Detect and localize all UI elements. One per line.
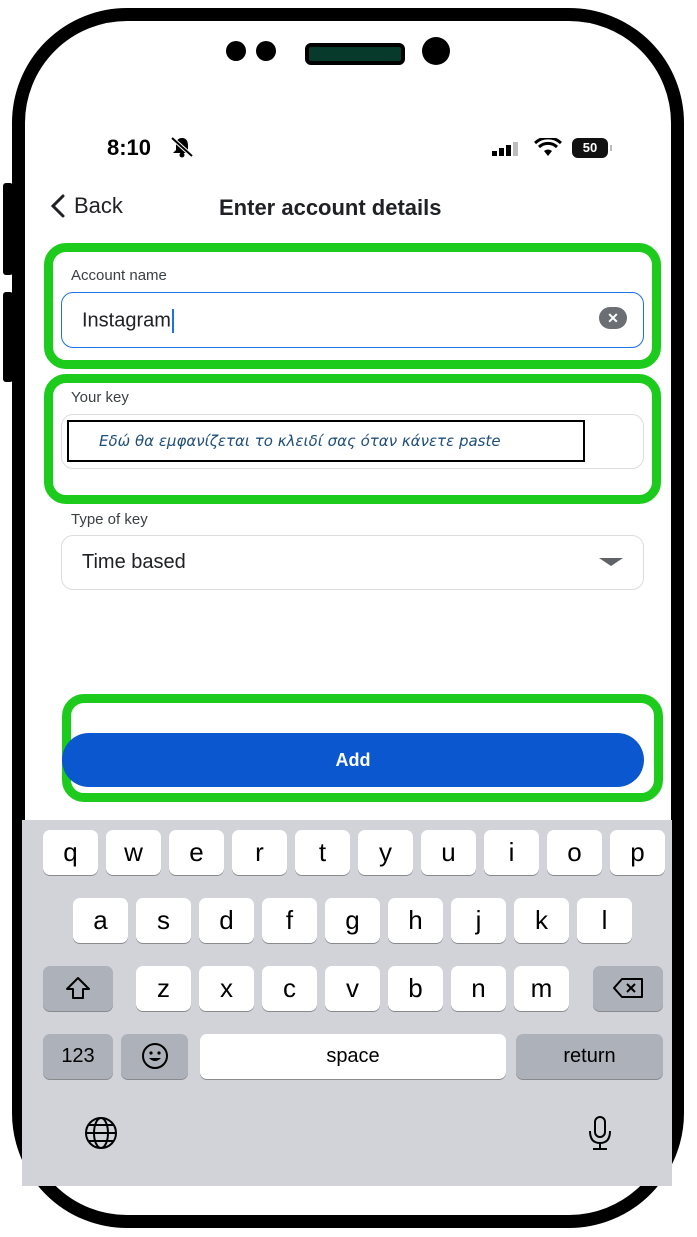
wifi-icon: [534, 138, 562, 156]
space-key[interactable]: space: [200, 1034, 506, 1079]
key-z[interactable]: z: [136, 966, 191, 1011]
key-i[interactable]: i: [484, 830, 539, 875]
account-name-label: Account name: [71, 267, 167, 284]
your-key-label: Your key: [71, 389, 129, 406]
camera-dot-2: [256, 41, 276, 61]
key-g[interactable]: g: [325, 898, 380, 943]
key-u[interactable]: u: [421, 830, 476, 875]
speaker-bar: [305, 43, 405, 65]
key-r[interactable]: r: [232, 830, 287, 875]
backspace-key[interactable]: [593, 966, 663, 1011]
key-l[interactable]: l: [577, 898, 632, 943]
key-f[interactable]: f: [262, 898, 317, 943]
text-caret: [171, 309, 174, 333]
key-t[interactable]: t: [295, 830, 350, 875]
microphone-icon[interactable]: [587, 1115, 613, 1151]
key-y[interactable]: y: [358, 830, 413, 875]
key-d[interactable]: d: [199, 898, 254, 943]
key-h[interactable]: h: [388, 898, 443, 943]
account-name-field[interactable]: Instagram ✕: [61, 292, 644, 348]
key-annotation: Εδώ θα εμφανίζεται το κλειδί σας όταν κά…: [67, 420, 585, 462]
key-m[interactable]: m: [514, 966, 569, 1011]
key-b[interactable]: b: [388, 966, 443, 1011]
type-of-key-value: Time based: [82, 551, 186, 573]
key-k[interactable]: k: [514, 898, 569, 943]
return-key[interactable]: return: [516, 1034, 663, 1079]
camera-lens: [422, 37, 450, 65]
page-title: Enter account details: [219, 195, 442, 220]
shift-icon: [66, 977, 90, 999]
type-of-key-label: Type of key: [71, 511, 148, 528]
emoji-key[interactable]: [121, 1034, 188, 1079]
key-x[interactable]: x: [199, 966, 254, 1011]
bell-slash-icon: [170, 136, 194, 158]
key-s[interactable]: s: [136, 898, 191, 943]
clear-icon[interactable]: ✕: [599, 307, 627, 329]
keyboard: 123 space return qwertyuiop asdfghjkl zxcv…: [22, 820, 672, 1186]
key-w[interactable]: w: [106, 830, 161, 875]
numbers-key[interactable]: 123: [43, 1034, 113, 1079]
status-time: 8:10: [107, 135, 152, 160]
key-o[interactable]: o: [547, 830, 602, 875]
chevron-left-icon: [50, 194, 65, 218]
backspace-icon: [613, 978, 643, 998]
key-p[interactable]: p: [610, 830, 665, 875]
key-n[interactable]: n: [451, 966, 506, 1011]
globe-icon[interactable]: [84, 1116, 118, 1150]
back-label: Back: [74, 193, 123, 218]
battery-level: 50: [582, 140, 598, 155]
dropdown-arrow-icon: [599, 558, 623, 566]
key-c[interactable]: c: [262, 966, 317, 1011]
key-a[interactable]: a: [73, 898, 128, 943]
signal-icon: [492, 142, 518, 156]
key-e[interactable]: e: [169, 830, 224, 875]
key-v[interactable]: v: [325, 966, 380, 1011]
shift-key[interactable]: [43, 966, 113, 1011]
account-name-value: Instagram: [82, 309, 171, 332]
emoji-icon: [141, 1043, 168, 1069]
key-j[interactable]: j: [451, 898, 506, 943]
camera-dot-1: [226, 41, 246, 61]
add-button[interactable]: Add: [62, 733, 644, 787]
key-q[interactable]: q: [43, 830, 98, 875]
battery-icon: 50: [572, 138, 612, 158]
back-button[interactable]: Back: [50, 193, 123, 219]
type-of-key-select[interactable]: Time based: [61, 535, 644, 590]
